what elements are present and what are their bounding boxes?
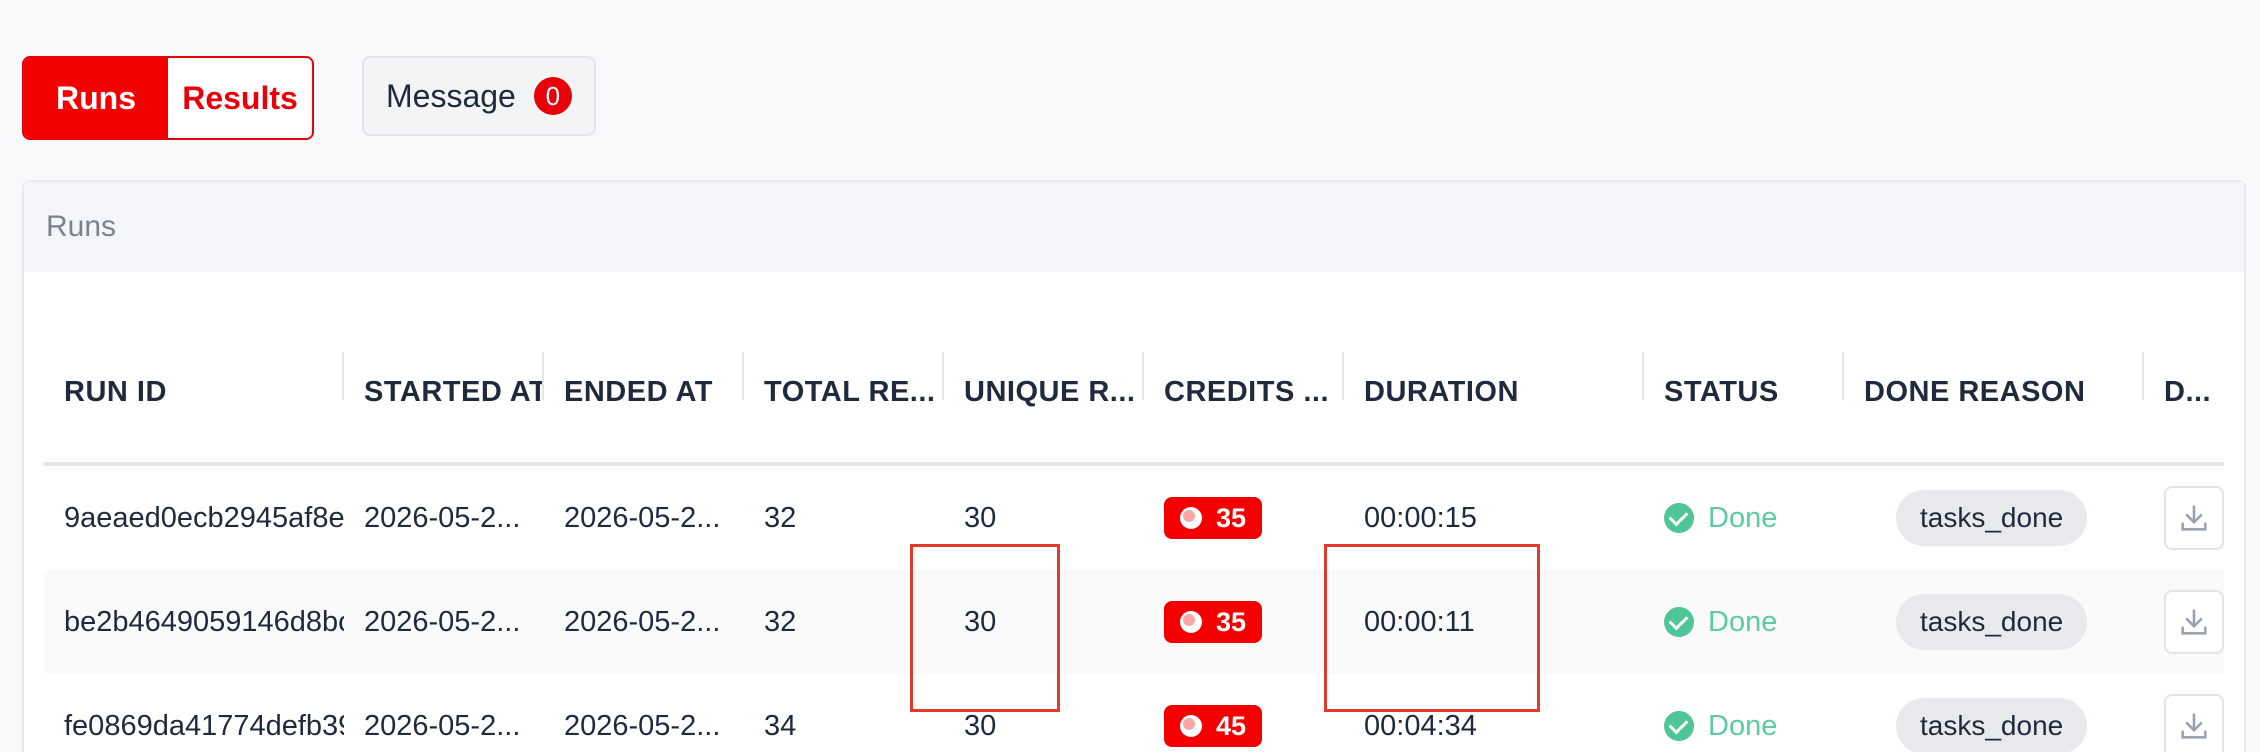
col-unique-results[interactable]: UNIQUE R... bbox=[944, 322, 1144, 462]
col-run-id[interactable]: RUN ID bbox=[44, 322, 344, 462]
status-badge: Done bbox=[1664, 502, 1777, 535]
run-id-cell: 9aeaed0ecb2945af8e7 bbox=[64, 501, 344, 534]
tab-runs[interactable]: Runs bbox=[24, 58, 168, 138]
table-row: be2b4649059146d8bc 2026-05-2... 2026-05-… bbox=[44, 570, 2224, 674]
status-text: Done bbox=[1708, 605, 1778, 638]
credits-cell: 45 bbox=[1144, 674, 1344, 752]
credits-badge: 35 bbox=[1164, 497, 1263, 539]
table-row: 9aeaed0ecb2945af8e7 2026-05-2... 2026-05… bbox=[44, 466, 2224, 570]
col-credits[interactable]: CREDITS ... bbox=[1144, 322, 1344, 462]
total-results-cell: 32 bbox=[764, 605, 797, 638]
check-circle-icon bbox=[1664, 607, 1694, 637]
check-circle-icon bbox=[1664, 503, 1694, 533]
run-id-cell: fe0869da41774defb39 bbox=[64, 709, 344, 742]
unique-results-cell: 30 bbox=[964, 501, 997, 534]
unique-results-cell: 30 bbox=[964, 709, 997, 742]
table-header: RUN ID STARTED AT ENDED AT TOTAL RE... U… bbox=[44, 322, 2224, 466]
download-cell bbox=[2144, 674, 2224, 752]
started-at-cell: 2026-05-2... bbox=[364, 501, 521, 534]
done-reason-cell: tasks_done bbox=[1844, 466, 2144, 570]
done-reason-tag: tasks_done bbox=[1896, 594, 2088, 650]
download-icon bbox=[2181, 505, 2207, 531]
download-icon bbox=[2181, 713, 2207, 739]
tab-results[interactable]: Results bbox=[168, 58, 312, 138]
credits-cell: 35 bbox=[1144, 570, 1344, 674]
done-reason-tag: tasks_done bbox=[1896, 490, 2088, 546]
credits-value: 45 bbox=[1216, 710, 1247, 741]
card-title: Runs bbox=[24, 182, 2244, 272]
runs-table: RUN ID STARTED AT ENDED AT TOTAL RE... U… bbox=[44, 322, 2224, 752]
status-text: Done bbox=[1708, 709, 1778, 742]
ended-at-cell: 2026-05-2... bbox=[564, 501, 721, 534]
col-total-results[interactable]: TOTAL RE... bbox=[744, 322, 944, 462]
col-done-reason[interactable]: DONE REASON bbox=[1844, 322, 2144, 462]
message-label: Message bbox=[386, 77, 516, 114]
col-started-at[interactable]: STARTED AT bbox=[344, 322, 544, 462]
duration-cell: 00:00:11 bbox=[1364, 605, 1475, 638]
run-id-cell: be2b4649059146d8bc bbox=[64, 605, 344, 638]
message-count-badge: 0 bbox=[533, 77, 572, 115]
total-results-cell: 34 bbox=[764, 709, 797, 742]
credits-value: 35 bbox=[1216, 502, 1247, 533]
coin-icon bbox=[1180, 715, 1202, 737]
started-at-cell: 2026-05-2... bbox=[364, 709, 521, 742]
col-ended-at[interactable]: ENDED AT bbox=[544, 322, 744, 462]
download-button[interactable] bbox=[2164, 694, 2224, 752]
ended-at-cell: 2026-05-2... bbox=[564, 709, 721, 742]
duration-cell: 00:00:15 bbox=[1364, 501, 1477, 534]
total-results-cell: 32 bbox=[764, 501, 797, 534]
download-cell bbox=[2144, 466, 2224, 570]
status-badge: Done bbox=[1664, 606, 1777, 639]
check-circle-icon bbox=[1664, 711, 1694, 741]
coin-icon bbox=[1180, 507, 1202, 529]
download-cell bbox=[2144, 570, 2224, 674]
credits-cell: 35 bbox=[1144, 466, 1344, 570]
col-download[interactable]: D... bbox=[2144, 322, 2224, 462]
view-toggle: Runs Results bbox=[22, 56, 314, 140]
unique-results-cell: 30 bbox=[964, 605, 997, 638]
download-button[interactable] bbox=[2164, 486, 2224, 550]
runs-card: Runs RUN ID STARTED AT ENDED AT TOTAL RE… bbox=[22, 180, 2246, 752]
table-row: fe0869da41774defb39 2026-05-2... 2026-05… bbox=[44, 674, 2224, 752]
done-reason-cell: tasks_done bbox=[1844, 674, 2144, 752]
credits-badge: 45 bbox=[1164, 705, 1263, 747]
status-text: Done bbox=[1708, 501, 1778, 534]
duration-cell: 00:04:34 bbox=[1364, 709, 1477, 742]
message-button[interactable]: Message 0 bbox=[362, 56, 596, 136]
credits-value: 35 bbox=[1216, 606, 1247, 637]
status-cell: Done bbox=[1644, 466, 1844, 570]
status-badge: Done bbox=[1664, 710, 1777, 743]
ended-at-cell: 2026-05-2... bbox=[564, 605, 721, 638]
credits-badge: 35 bbox=[1164, 601, 1263, 643]
started-at-cell: 2026-05-2... bbox=[364, 605, 521, 638]
coin-icon bbox=[1180, 611, 1202, 633]
col-status[interactable]: STATUS bbox=[1644, 322, 1844, 462]
col-duration[interactable]: DURATION bbox=[1344, 322, 1644, 462]
done-reason-tag: tasks_done bbox=[1896, 698, 2088, 752]
download-icon bbox=[2181, 609, 2207, 635]
done-reason-cell: tasks_done bbox=[1844, 570, 2144, 674]
status-cell: Done bbox=[1644, 570, 1844, 674]
status-cell: Done bbox=[1644, 674, 1844, 752]
download-button[interactable] bbox=[2164, 590, 2224, 654]
